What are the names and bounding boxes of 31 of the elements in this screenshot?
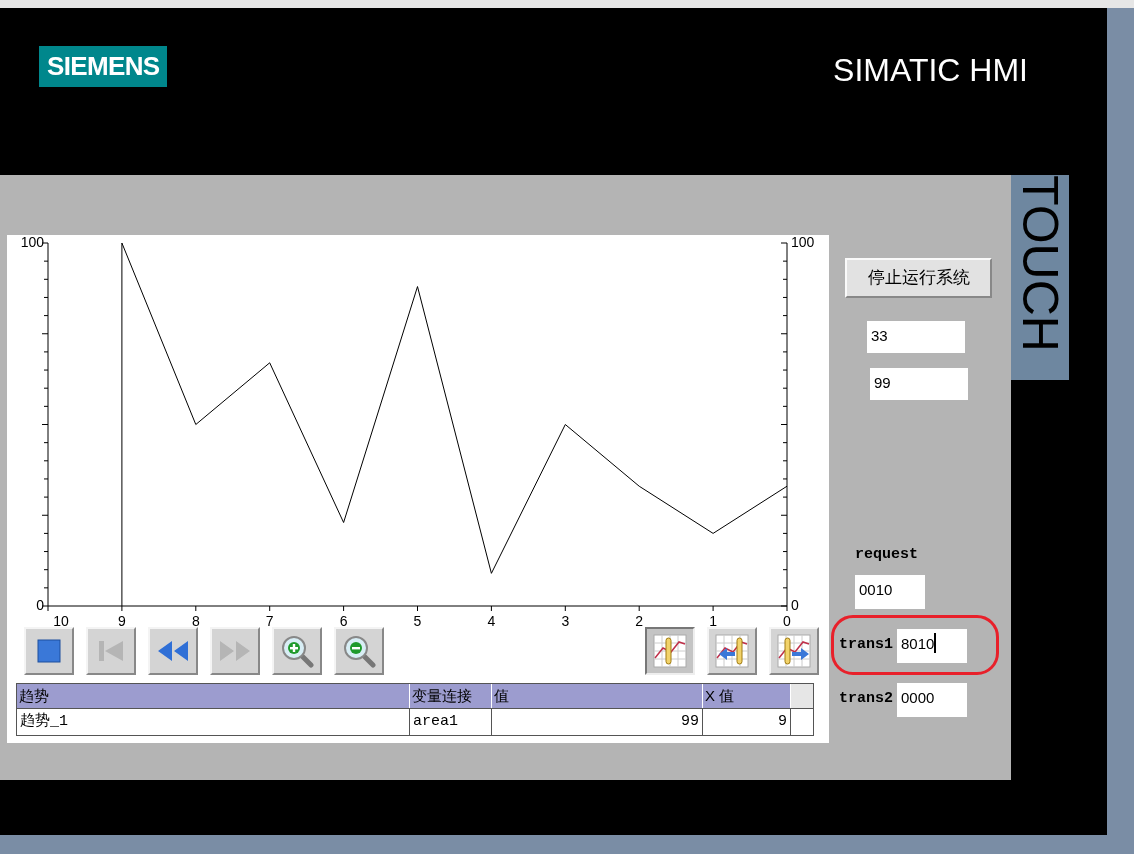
x-tick-label: 2 — [635, 613, 644, 627]
x-tick-label: 3 — [561, 613, 570, 627]
output-field: 33 — [867, 321, 965, 353]
x-tick-label: 0 — [783, 613, 791, 627]
x-tick-label: 5 — [413, 613, 422, 627]
y-tick-label: 100 — [20, 235, 44, 250]
field-label: trans1 — [839, 635, 893, 656]
y-tick-label: 100 — [791, 235, 815, 250]
table-cell: 99 — [492, 709, 703, 735]
column-header: 值 — [492, 684, 703, 708]
output-field: 99 — [870, 368, 968, 400]
x-tick-label: 7 — [265, 613, 274, 627]
field-label: request — [855, 545, 919, 565]
x-tick-label: 6 — [339, 613, 348, 627]
table-cell: 9 — [703, 709, 791, 735]
side-label: TOUCH — [1011, 175, 1069, 380]
brand-logo: SIEMENS — [39, 46, 168, 87]
column-header: 变量连接 — [410, 684, 492, 708]
table-cell: area1 — [410, 709, 492, 735]
x-tick-label: 1 — [709, 613, 717, 627]
x-tick-label: 9 — [118, 613, 126, 627]
column-header: 趋势 — [17, 684, 410, 708]
y-tick-label: 0 — [791, 596, 799, 613]
y-tick-label: 0 — [36, 596, 44, 613]
column-header: X 值 — [703, 684, 791, 708]
product-name: SIMATIC HMI — [833, 51, 1028, 90]
table-cell: 趋势_1 — [17, 709, 410, 735]
x-tick-label: 10 — [53, 613, 69, 627]
x-tick-label: 4 — [487, 613, 496, 627]
x-tick-label: 8 — [191, 613, 200, 627]
field-label: trans2 — [839, 689, 893, 710]
